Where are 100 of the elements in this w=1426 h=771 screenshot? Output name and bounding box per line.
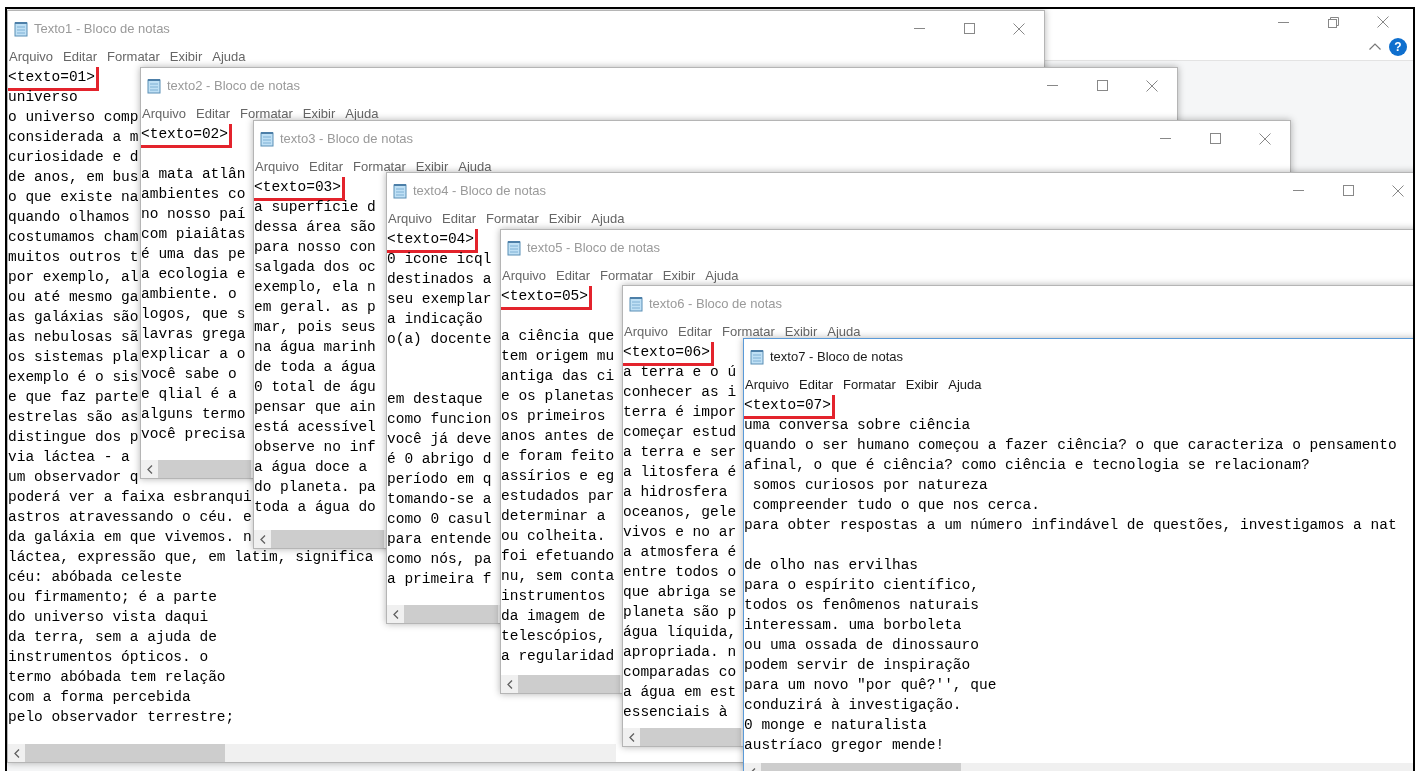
menu-item[interactable]: Arquivo	[9, 48, 54, 65]
text-line: 0 icone icql	[387, 251, 492, 267]
menu-item[interactable]: Editar	[799, 376, 834, 393]
text-line: como nós, pa	[387, 551, 492, 567]
text-line: estrelas são as	[8, 409, 139, 425]
text-line: explicar a o	[141, 346, 246, 362]
text-line: poderá ver a faixa esbranqui	[8, 489, 252, 505]
menu-item[interactable]: Editar	[63, 48, 98, 65]
menu-item[interactable]: Exibir	[415, 158, 449, 175]
horizontal-scrollbar[interactable]	[141, 460, 253, 478]
menu-item[interactable]: Arquivo	[388, 210, 433, 227]
menu-item[interactable]: Ajuda	[948, 376, 982, 393]
menu-item[interactable]: Formatar	[722, 323, 775, 340]
menu-item[interactable]: Arquivo	[745, 376, 790, 393]
text-line: o universo comp	[8, 109, 139, 125]
chevron-up-icon[interactable]	[1369, 43, 1381, 50]
text-line: céu: abóbada celeste	[8, 569, 183, 585]
menu-item[interactable]: Editar	[196, 105, 231, 122]
menu-item[interactable]: Editar	[556, 267, 591, 284]
menu-item[interactable]: Formatar	[843, 376, 896, 393]
text-line: de toda a água	[254, 359, 376, 375]
notepad-icon	[749, 348, 765, 365]
text-line: ou colheita.	[501, 528, 606, 544]
text-line: como 0 casul	[387, 511, 492, 527]
text-line: da imagem de	[501, 608, 606, 624]
notepad-icon	[506, 239, 522, 256]
text-line: seu exemplar	[387, 291, 492, 307]
menu-item[interactable]: Formatar	[107, 48, 160, 65]
text-line: austríaco gregor mende!	[744, 737, 945, 753]
text-line: afinal, o que é ciência? como ciência e tecnologia se relacionam?	[744, 457, 1310, 473]
menu-item[interactable]: Arquivo	[142, 105, 187, 122]
text-line: as galáxias são	[8, 309, 139, 325]
text-line: para o espírito científico,	[744, 577, 979, 593]
text-line: água líquida,	[623, 624, 737, 640]
menu-item[interactable]: Ajuda	[591, 210, 625, 227]
menu-item[interactable]: Exibir	[302, 105, 336, 122]
text-line: conduzirá à investigação.	[744, 697, 962, 713]
text-line: está acessível	[254, 419, 376, 435]
menu-item[interactable]: Ajuda	[212, 48, 246, 65]
text-line: 0 total de águ	[254, 379, 376, 395]
menu-item[interactable]: Editar	[309, 158, 344, 175]
text-line: 0 monge e naturalista	[744, 717, 927, 733]
menu-item[interactable]: Editar	[442, 210, 477, 227]
text-line: para um novo "por quê?'', que	[744, 677, 997, 693]
menu-item[interactable]: Ajuda	[705, 267, 739, 284]
text-line: determinar a	[501, 508, 606, 524]
chevron-left-icon	[146, 464, 153, 474]
help-button[interactable]: ?	[1389, 37, 1407, 56]
text-line: somos curiosos por natureza	[751, 477, 988, 493]
text-line: podem servir de inspiração	[744, 657, 971, 673]
menu-item[interactable]: Formatar	[240, 105, 293, 122]
horizontal-scrollbar[interactable]	[623, 728, 743, 746]
menu-item[interactable]: Arquivo	[624, 323, 669, 340]
horizontal-scrollbar[interactable]	[387, 605, 500, 623]
text-line: interessam. uma borboleta	[744, 617, 962, 633]
text-line: da galáxia em que vivemos. n	[8, 529, 252, 545]
menu-item[interactable]: Ajuda	[827, 323, 861, 340]
text-line: a superfície d	[254, 199, 376, 215]
menu-item[interactable]: Exibir	[662, 267, 696, 284]
window-title: texto5 - Bloco de notas	[527, 238, 660, 257]
text-line: para nosso con	[254, 239, 376, 255]
menu-item[interactable]: Formatar	[600, 267, 653, 284]
menu-item[interactable]: Arquivo	[255, 158, 300, 175]
menu-item[interactable]: Exibir	[784, 323, 818, 340]
scrollbar-thumb[interactable]	[518, 675, 620, 693]
text-line: e foram feito	[501, 448, 615, 464]
scrollbar-thumb[interactable]	[158, 460, 251, 478]
text-line: mar, pois seus	[254, 319, 376, 335]
text-line: e que faz parte	[8, 389, 139, 405]
window-title: Texto1 - Bloco de notas	[34, 19, 170, 38]
menu-item[interactable]: Formatar	[486, 210, 539, 227]
text-line: a terra e o ú	[623, 364, 737, 380]
text-line: em destaque	[387, 391, 483, 407]
menu-item[interactable]: Editar	[678, 323, 713, 340]
text-line: entre todos o	[623, 564, 737, 580]
scrollbar-thumb[interactable]	[640, 728, 741, 746]
text-line: com piaiâtas	[141, 226, 246, 242]
menu-item[interactable]: Exibir	[548, 210, 582, 227]
menu-item[interactable]: Exibir	[905, 376, 939, 393]
chevron-left-icon	[259, 534, 266, 544]
scrollbar-thumb[interactable]	[404, 605, 498, 623]
menu-item[interactable]: Formatar	[353, 158, 406, 175]
text-line: do universo vista daqui	[8, 609, 209, 625]
text-line: os primeiros	[501, 408, 606, 424]
text-line: é uma das pe	[141, 246, 246, 262]
text-line: os sistemas pla	[8, 349, 139, 365]
restore-icon	[1327, 16, 1339, 28]
maximize-icon	[1209, 133, 1221, 144]
text-line: salgada dos oc	[254, 259, 376, 275]
text-line: antiga das ci	[501, 368, 615, 384]
maximize-icon	[1342, 185, 1354, 196]
scrollbar-thumb[interactable]	[25, 744, 225, 762]
menu-item[interactable]: Ajuda	[458, 158, 492, 175]
menu-item[interactable]: Exibir	[169, 48, 203, 65]
text-line: para obter respostas a um número infindável de questões, investigamos a nat	[744, 517, 1397, 533]
menu-item[interactable]: Arquivo	[502, 267, 547, 284]
menu-item[interactable]: Ajuda	[345, 105, 379, 122]
horizontal-scrollbar[interactable]	[8, 744, 616, 762]
horizontal-scrollbar[interactable]	[501, 675, 622, 693]
text-line: instrumentos ópticos. o	[8, 649, 209, 665]
